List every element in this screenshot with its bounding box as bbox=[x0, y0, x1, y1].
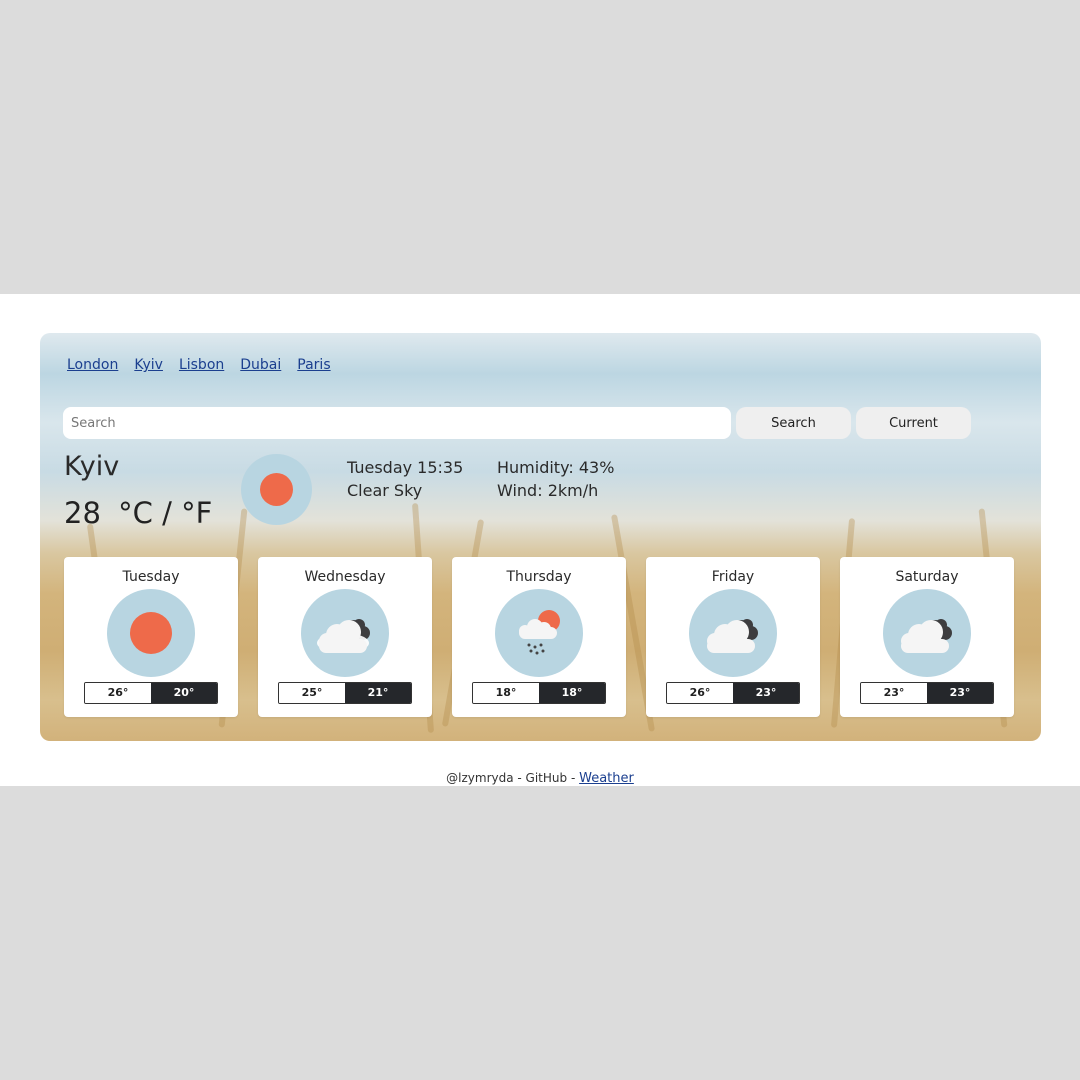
forecast-day-name: Tuesday bbox=[122, 569, 180, 585]
sun-icon bbox=[107, 589, 195, 677]
cloud-icon bbox=[883, 589, 971, 677]
forecast-day: Thursday 18° 18° bbox=[452, 557, 626, 717]
humidity: Humidity: 43% bbox=[497, 458, 615, 477]
city-link-paris[interactable]: Paris bbox=[297, 357, 330, 373]
current-location-button[interactable]: Current bbox=[856, 407, 971, 439]
forecast-temps: 26° 20° bbox=[84, 682, 218, 704]
forecast-max: 26° bbox=[85, 683, 151, 703]
city-link-london[interactable]: London bbox=[67, 357, 118, 373]
weather-description: Clear Sky bbox=[347, 481, 423, 500]
search-bar: Search Current bbox=[63, 407, 971, 439]
forecast-min: 20° bbox=[151, 683, 217, 703]
search-button[interactable]: Search bbox=[736, 407, 851, 439]
city-nav: London Kyiv Lisbon Dubai Paris bbox=[67, 357, 331, 373]
forecast-max: 25° bbox=[279, 683, 345, 703]
forecast-max: 18° bbox=[473, 683, 539, 703]
unit-toggle[interactable]: °C / °F bbox=[118, 496, 212, 530]
forecast-min: 18° bbox=[539, 683, 605, 703]
forecast-day-name: Saturday bbox=[895, 569, 959, 585]
footer: @lzymryda - GitHub - Weather bbox=[0, 771, 1080, 786]
temperature-value: 28 bbox=[64, 496, 101, 530]
footer-separator: - bbox=[513, 771, 526, 785]
forecast-day-name: Wednesday bbox=[304, 569, 386, 585]
cloud-icon bbox=[689, 589, 777, 677]
forecast-temps: 26° 23° bbox=[666, 682, 800, 704]
forecast-day-name: Friday bbox=[711, 569, 755, 585]
current-datetime: Tuesday 15:35 bbox=[347, 458, 464, 477]
github-label: GitHub bbox=[525, 771, 568, 785]
forecast-min: 23° bbox=[927, 683, 993, 703]
forecast-min: 21° bbox=[345, 683, 411, 703]
city-link-kyiv[interactable]: Kyiv bbox=[134, 357, 163, 373]
forecast-temps: 25° 21° bbox=[278, 682, 412, 704]
forecast-day: Friday 26° 23° bbox=[646, 557, 820, 717]
city-link-lisbon[interactable]: Lisbon bbox=[179, 357, 224, 373]
wind: Wind: 2km/h bbox=[497, 481, 599, 500]
current-conditions: Humidity: 43% Wind: 2km/h bbox=[497, 456, 614, 502]
search-input[interactable] bbox=[63, 407, 731, 439]
sun-icon bbox=[241, 454, 312, 525]
forecast-max: 26° bbox=[667, 683, 733, 703]
footer-separator: - bbox=[567, 771, 580, 785]
forecast-day: Wednesday 25° 21° bbox=[258, 557, 432, 717]
repo-link[interactable]: Weather bbox=[579, 771, 634, 786]
current-details: Tuesday 15:35 Clear Sky bbox=[347, 456, 463, 502]
forecast-list: Tuesday 26° 20° Wednesday 25° 21° Thursd… bbox=[64, 557, 1014, 717]
current-temperature: 28 °C / °F bbox=[64, 496, 212, 530]
city-name: Kyiv bbox=[64, 451, 120, 482]
cloud-icon bbox=[301, 589, 389, 677]
forecast-max: 23° bbox=[861, 683, 927, 703]
forecast-day: Saturday 23° 23° bbox=[840, 557, 1014, 717]
city-link-dubai[interactable]: Dubai bbox=[240, 357, 281, 373]
author-handle: @lzymryda bbox=[446, 771, 514, 785]
forecast-temps: 23° 23° bbox=[860, 682, 994, 704]
forecast-min: 23° bbox=[733, 683, 799, 703]
forecast-temps: 18° 18° bbox=[472, 682, 606, 704]
rain-sun-icon bbox=[495, 589, 583, 677]
forecast-day-name: Thursday bbox=[506, 569, 572, 585]
weather-card: London Kyiv Lisbon Dubai Paris Search Cu… bbox=[40, 333, 1041, 741]
forecast-day: Tuesday 26° 20° bbox=[64, 557, 238, 717]
